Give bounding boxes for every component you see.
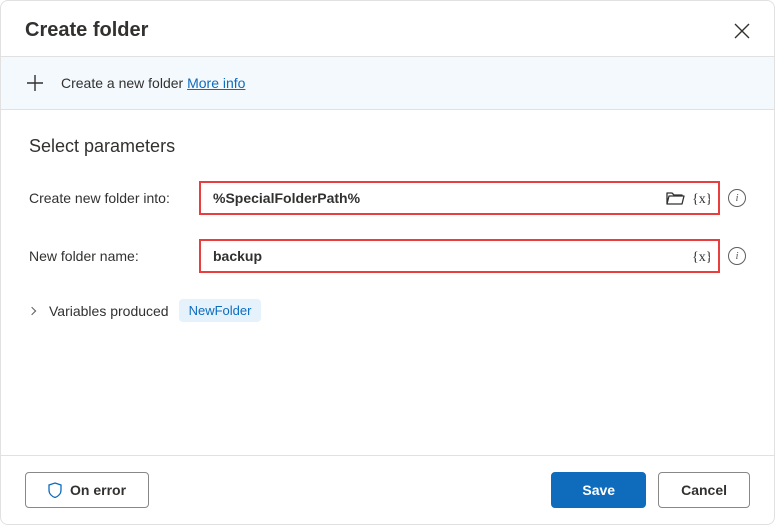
info-bar-desc: Create a new folder xyxy=(61,75,187,91)
folder-into-field-wrapper: {x} xyxy=(199,181,720,215)
folder-name-input[interactable] xyxy=(211,247,686,265)
variable-picker-button-1[interactable]: {x} xyxy=(692,190,710,206)
variables-produced-label: Variables produced xyxy=(49,303,169,319)
variable-icon: {x} xyxy=(692,248,710,264)
variables-produced-row: Variables produced NewFolder xyxy=(29,299,746,322)
more-info-link[interactable]: More info xyxy=(187,75,245,91)
browse-folder-button[interactable] xyxy=(666,190,686,206)
folder-name-field-wrapper: {x} xyxy=(199,239,720,273)
cancel-button[interactable]: Cancel xyxy=(658,472,750,508)
folder-into-input[interactable] xyxy=(211,189,660,207)
shield-icon xyxy=(48,482,62,498)
param-label-folder-into: Create new folder into: xyxy=(29,190,199,206)
param-label-folder-name: New folder name: xyxy=(29,248,199,264)
variable-icon: {x} xyxy=(692,190,710,206)
param-row-folder-name: New folder name: {x} i xyxy=(29,239,746,273)
on-error-button[interactable]: On error xyxy=(25,472,149,508)
close-button[interactable] xyxy=(734,23,750,39)
section-heading: Select parameters xyxy=(29,136,746,157)
svg-text:{x}: {x} xyxy=(692,250,710,264)
param-row-folder-into: Create new folder into: {x} i xyxy=(29,181,746,215)
plus-icon xyxy=(25,73,45,93)
info-bar-text: Create a new folder More info xyxy=(61,75,245,91)
chevron-right-icon[interactable] xyxy=(28,306,36,314)
save-button[interactable]: Save xyxy=(551,472,646,508)
content-area: Select parameters Create new folder into… xyxy=(1,110,774,455)
svg-text:{x}: {x} xyxy=(692,192,710,206)
dialog-header: Create folder xyxy=(1,1,774,56)
on-error-label: On error xyxy=(70,482,126,498)
variable-picker-button-2[interactable]: {x} xyxy=(692,248,710,264)
dialog-title: Create folder xyxy=(25,19,148,42)
info-icon-1[interactable]: i xyxy=(728,189,746,207)
info-bar: Create a new folder More info xyxy=(1,56,774,110)
dialog-footer: On error Save Cancel xyxy=(1,455,774,524)
folder-open-icon xyxy=(666,190,686,206)
variable-tag[interactable]: NewFolder xyxy=(179,299,262,322)
info-icon-2[interactable]: i xyxy=(728,247,746,265)
close-icon xyxy=(734,23,750,39)
